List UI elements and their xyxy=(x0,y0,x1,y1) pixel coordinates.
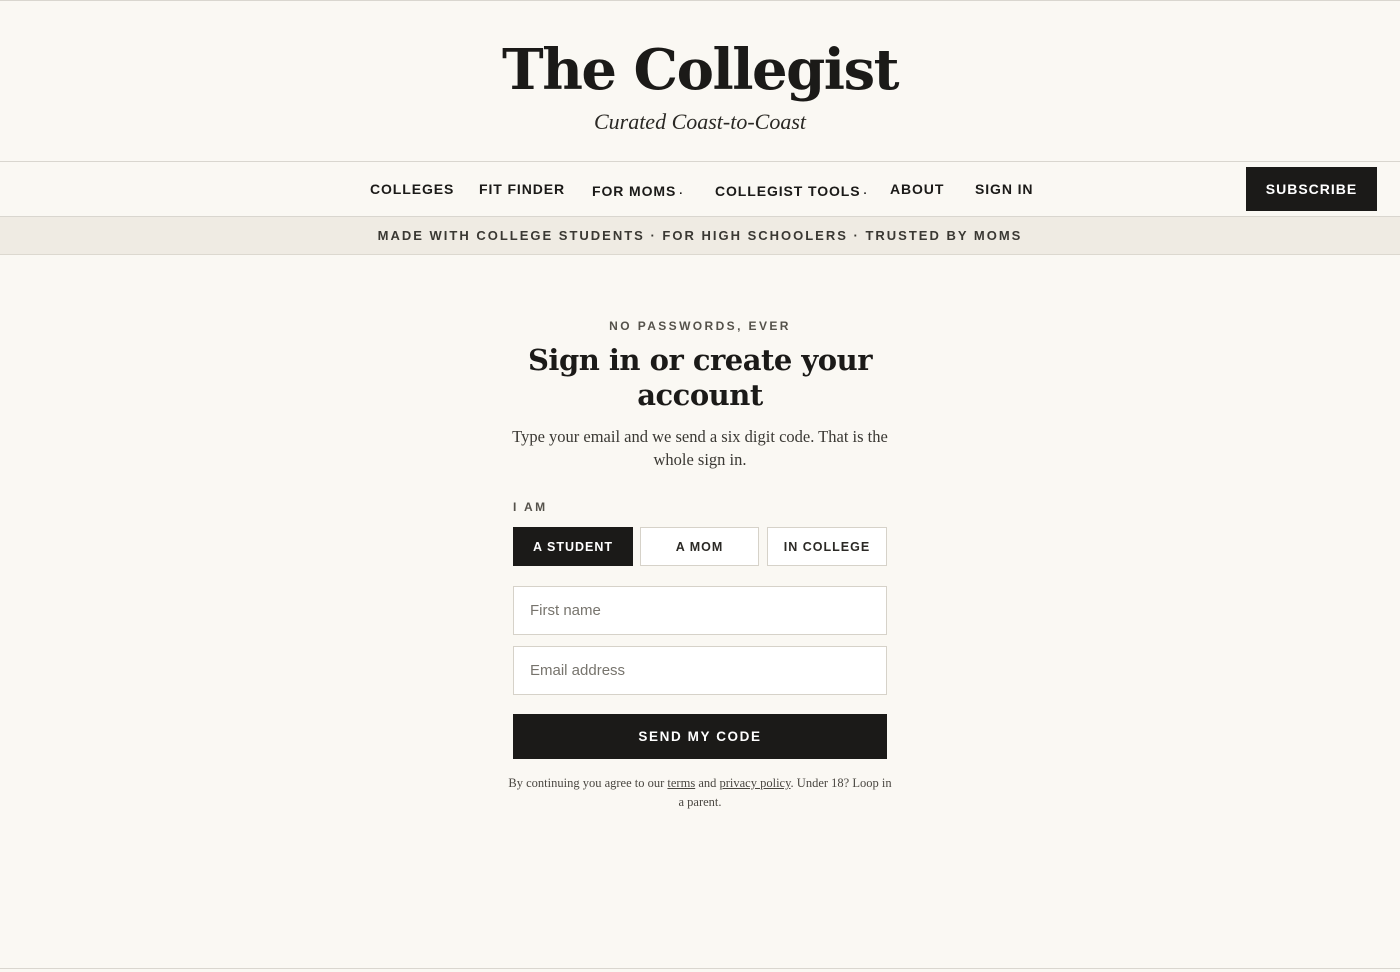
form-eyebrow: NO PASSWORDS, EVER xyxy=(609,319,791,333)
nav-item-label: FIT FINDER xyxy=(479,181,565,197)
legal-prefix: By continuing you agree to our xyxy=(508,776,665,790)
nav-item-label: COLLEGES xyxy=(370,181,455,197)
nav-item-label: FOR MOMS xyxy=(592,183,677,199)
role-option-student[interactable]: A STUDENT xyxy=(513,527,633,566)
legal-middle: and xyxy=(698,776,717,790)
role-option-mom[interactable]: A MOM xyxy=(640,527,759,566)
nav-item-label: SIGN IN xyxy=(975,181,1034,197)
nav-item-about[interactable]: ABOUT xyxy=(890,162,944,216)
dropdown-dot-icon: · xyxy=(863,188,869,200)
role-option-in-college[interactable]: IN COLLEGE xyxy=(767,527,887,566)
nav-item-label: COLLEGIST TOOLS xyxy=(715,183,861,199)
site-title[interactable]: The Collegist xyxy=(0,34,1400,106)
trust-banner: MADE WITH COLLEGE STUDENTS · FOR HIGH SC… xyxy=(0,217,1400,255)
email-input[interactable] xyxy=(513,646,887,695)
form-heading: Sign in or create your account xyxy=(527,343,873,412)
privacy-policy-link[interactable]: privacy policy xyxy=(720,776,791,790)
nav-item-sign-in[interactable]: SIGN IN xyxy=(975,162,1033,216)
nav-item-fit-finder[interactable]: FIT FINDER xyxy=(479,162,565,216)
subscribe-button[interactable]: SUBSCRIBE xyxy=(1246,167,1377,211)
site-tagline: Curated Coast-to-Coast xyxy=(593,109,807,134)
nav-item-colleges[interactable]: COLLEGES xyxy=(370,162,454,216)
send-code-button[interactable]: SEND MY CODE xyxy=(513,714,887,759)
main-nav: COLLEGES FIT FINDER FOR MOMS · COLLEGIST … xyxy=(0,161,1400,217)
nav-item-label: ABOUT xyxy=(890,181,945,197)
nav-item-for-moms[interactable]: FOR MOMS · xyxy=(592,164,684,218)
form-description: Type your email and we send a six digit … xyxy=(512,427,888,469)
nav-item-collegist-tools[interactable]: COLLEGIST TOOLS · xyxy=(715,164,868,218)
terms-link[interactable]: terms xyxy=(667,776,695,790)
dropdown-dot-icon: · xyxy=(679,188,684,200)
first-name-input[interactable] xyxy=(513,586,887,635)
page: The Collegist Curated Coast-to-Coast COL… xyxy=(0,0,1400,972)
bottom-divider xyxy=(0,968,1400,969)
masthead: The Collegist Curated Coast-to-Coast xyxy=(0,0,1400,162)
role-label: I AM xyxy=(513,500,548,514)
legal-notice: By continuing you agree to our terms and… xyxy=(507,774,893,812)
